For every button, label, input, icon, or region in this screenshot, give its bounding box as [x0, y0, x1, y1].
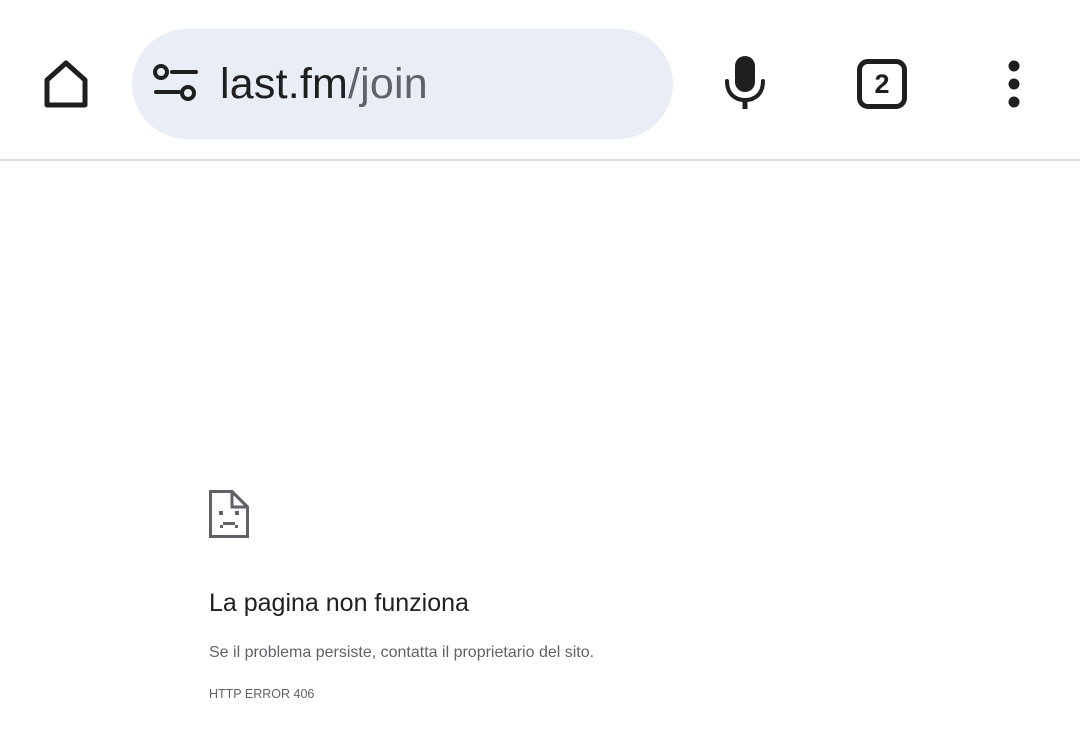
url-domain: last.fm	[220, 60, 349, 108]
url-path: /join	[348, 60, 428, 108]
more-vert-icon	[1008, 60, 1020, 108]
error-title: La pagina non funziona	[209, 589, 469, 617]
page-content: La pagina non funziona Se il problema pe…	[0, 161, 1080, 744]
sad-page-icon	[209, 490, 249, 538]
voice-search-button[interactable]	[718, 52, 772, 114]
url-text[interactable]: last.fm/join	[220, 59, 428, 109]
address-bar[interactable]: last.fm/join	[132, 29, 673, 139]
browser-toolbar: last.fm/join 2	[0, 0, 1080, 161]
menu-button[interactable]	[998, 58, 1030, 110]
tab-count: 2	[874, 68, 890, 99]
home-button[interactable]	[36, 54, 96, 114]
tab-switcher-button[interactable]: 2	[857, 59, 907, 109]
error-description: Se il problema persiste, contatta il pro…	[209, 644, 595, 661]
error-code: HTTP ERROR 406	[209, 687, 315, 701]
home-icon	[44, 60, 88, 108]
tune-icon[interactable]	[152, 63, 200, 105]
microphone-icon	[725, 56, 765, 109]
